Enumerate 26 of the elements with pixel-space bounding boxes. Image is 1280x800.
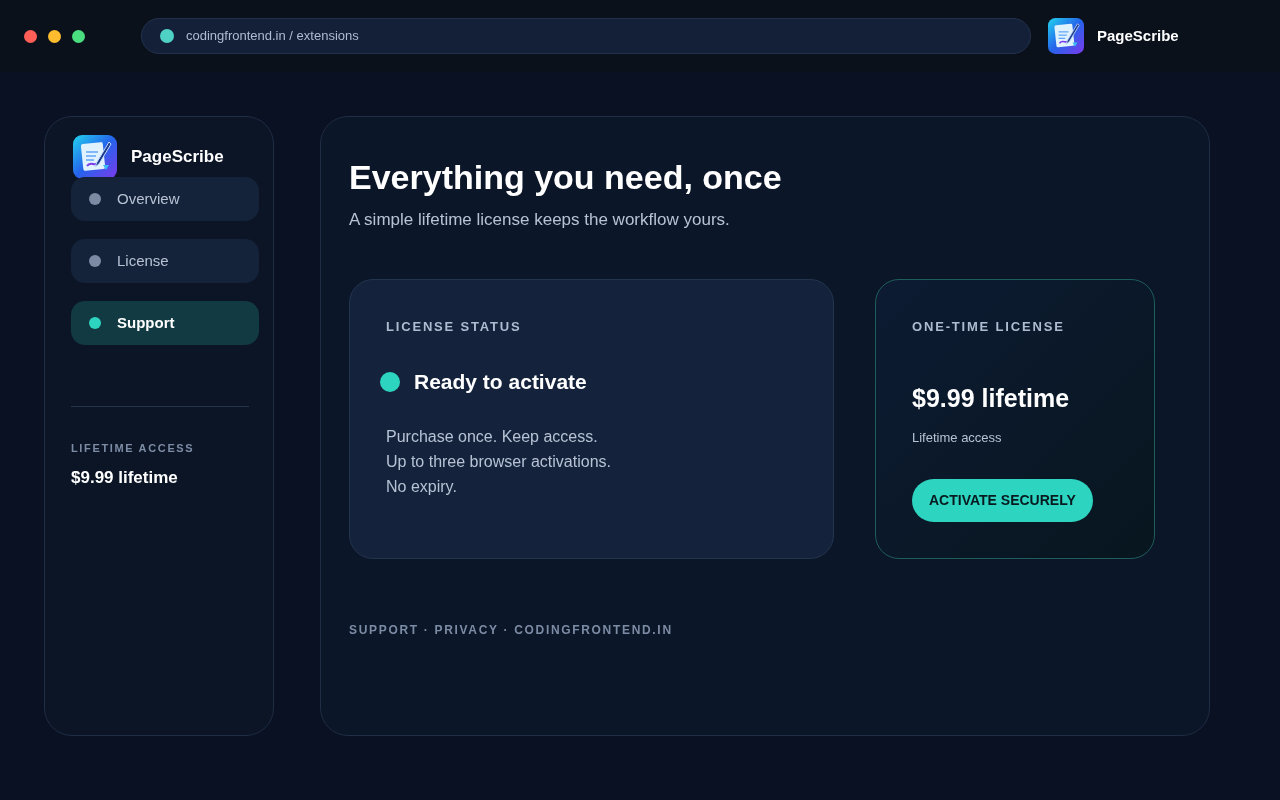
app-name: PageScribe xyxy=(1097,25,1179,46)
sidebar-app-name: PageScribe xyxy=(131,146,224,169)
address-bar[interactable]: codingfrontend.in / extensions xyxy=(141,18,1031,54)
offer-price: $9.99 lifetime xyxy=(912,383,1071,414)
app-logo-icon xyxy=(73,135,117,179)
card-label: ONE-TIME LICENSE xyxy=(912,317,1066,336)
access-label: LIFETIME ACCESS xyxy=(71,441,196,456)
feature-line: Up to three browser activations. xyxy=(386,451,612,472)
minimize-window-button[interactable] xyxy=(48,29,61,43)
offer-note: Lifetime access xyxy=(912,428,1003,447)
nav-item[interactable]: Overview xyxy=(71,177,259,221)
nav-item[interactable]: Support xyxy=(71,301,259,345)
maximize-window-button[interactable] xyxy=(72,29,85,43)
page-subtitle: A simple lifetime license keeps the workflow yours. xyxy=(349,209,731,231)
feature-line: Purchase once. Keep access. xyxy=(386,426,599,447)
close-window-button[interactable] xyxy=(24,29,37,43)
url-text: codingfrontend.in / extensions xyxy=(186,27,359,46)
card-label: LICENSE STATUS xyxy=(386,317,523,336)
page-title: Everything you need, once xyxy=(349,157,783,197)
access-price: $9.99 lifetime xyxy=(71,466,179,489)
feature-line: No expiry. xyxy=(386,476,458,497)
status-text: Ready to activate xyxy=(414,369,587,395)
activate-button[interactable]: ACTIVATE SECURELY xyxy=(912,479,1093,522)
footer-links: SUPPORT · PRIVACY · CODINGFRONTEND.IN xyxy=(349,621,674,639)
nav-item[interactable]: License xyxy=(71,239,259,283)
app-logo-icon xyxy=(1048,18,1084,54)
